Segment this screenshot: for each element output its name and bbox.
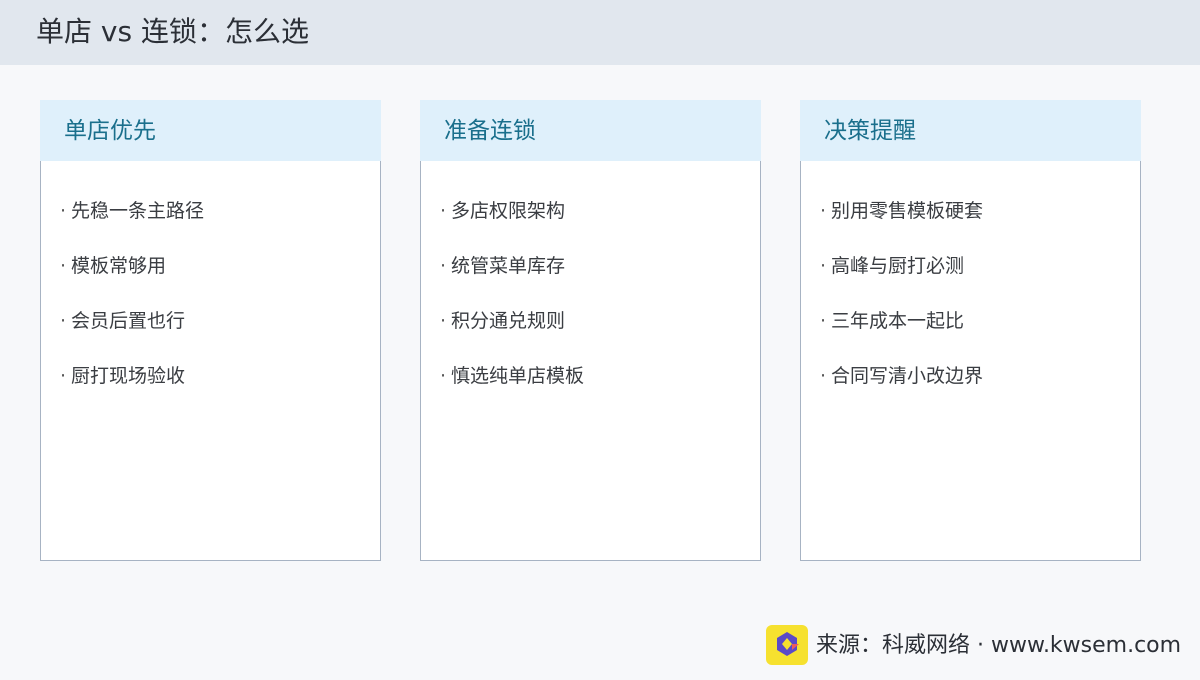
card-header: 决策提醒 (800, 100, 1141, 161)
list-item-label: 慎选纯单店模板 (451, 365, 585, 387)
list-item: · 积分通兑规则 (440, 309, 584, 364)
bullet-dot-icon: · (440, 200, 447, 222)
card-item-list: · 别用零售模板硬套 · 高峰与厨打必测 · 三年成本一起比 · 合同写清小改边界 (820, 199, 983, 419)
list-item: · 先稳一条主路径 (60, 199, 204, 254)
page-title: 单店 vs 连锁：怎么选 (36, 15, 309, 48)
bullet-dot-icon: · (440, 255, 447, 277)
bullet-dot-icon: · (820, 310, 827, 332)
card-header: 准备连锁 (420, 100, 761, 161)
list-item: · 厨打现场验收 (60, 364, 204, 419)
list-item-label: 合同写清小改边界 (831, 365, 984, 387)
card-item-list: · 多店权限架构 · 统管菜单库存 · 积分通兑规则 · 慎选纯单店模板 (440, 199, 584, 419)
card-item-list: · 先稳一条主路径 · 模板常够用 · 会员后置也行 · 厨打现场验收 (60, 199, 204, 419)
list-item-label: 会员后置也行 (71, 310, 186, 332)
list-item-label: 别用零售模板硬套 (831, 200, 984, 222)
card-title: 准备连锁 (444, 118, 536, 144)
card-decision-reminder: 决策提醒 · 别用零售模板硬套 · 高峰与厨打必测 · 三年成本一起比 · 合同写清小改… (800, 100, 1141, 561)
list-item: · 高峰与厨打必测 (820, 254, 983, 309)
kwsem-logo-mark (777, 632, 799, 656)
list-item: · 统管菜单库存 (440, 254, 584, 309)
bullet-dot-icon: · (60, 255, 67, 277)
list-item: · 三年成本一起比 (820, 309, 983, 364)
list-item-label: 积分通兑规则 (451, 310, 566, 332)
source-text: 来源：科威网络 · www.kwsem.com (816, 633, 1182, 658)
card-single-store: 单店优先 · 先稳一条主路径 · 模板常够用 · 会员后置也行 · 厨打现场验收 (40, 100, 381, 561)
card-title: 单店优先 (64, 118, 156, 144)
bullet-dot-icon: · (820, 255, 827, 277)
list-item-label: 多店权限架构 (451, 200, 566, 222)
card-chain-ready: 准备连锁 · 多店权限架构 · 统管菜单库存 · 积分通兑规则 · 慎选纯单店模板 (420, 100, 761, 561)
list-item-label: 先稳一条主路径 (71, 200, 205, 222)
bullet-dot-icon: · (820, 200, 827, 222)
list-item-label: 三年成本一起比 (831, 310, 965, 332)
bullet-dot-icon: · (60, 365, 67, 387)
list-item: · 合同写清小改边界 (820, 364, 983, 419)
card-title: 决策提醒 (824, 118, 916, 144)
card-header: 单店优先 (40, 100, 381, 161)
kwsem-logo-icon (766, 625, 808, 665)
bullet-dot-icon: · (440, 365, 447, 387)
list-item: · 模板常够用 (60, 254, 204, 309)
list-item: · 别用零售模板硬套 (820, 199, 983, 254)
bullet-dot-icon: · (60, 310, 67, 332)
page-header: 单店 vs 连锁：怎么选 (0, 0, 1200, 65)
bullet-dot-icon: · (440, 310, 447, 332)
bullet-dot-icon: · (60, 200, 67, 222)
list-item-label: 模板常够用 (71, 255, 167, 277)
list-item: · 会员后置也行 (60, 309, 204, 364)
bullet-dot-icon: · (820, 365, 827, 387)
list-item-label: 厨打现场验收 (71, 365, 186, 387)
list-item: · 多店权限架构 (440, 199, 584, 254)
list-item-label: 统管菜单库存 (451, 255, 566, 277)
list-item: · 慎选纯单店模板 (440, 364, 584, 419)
list-item-label: 高峰与厨打必测 (831, 255, 965, 277)
